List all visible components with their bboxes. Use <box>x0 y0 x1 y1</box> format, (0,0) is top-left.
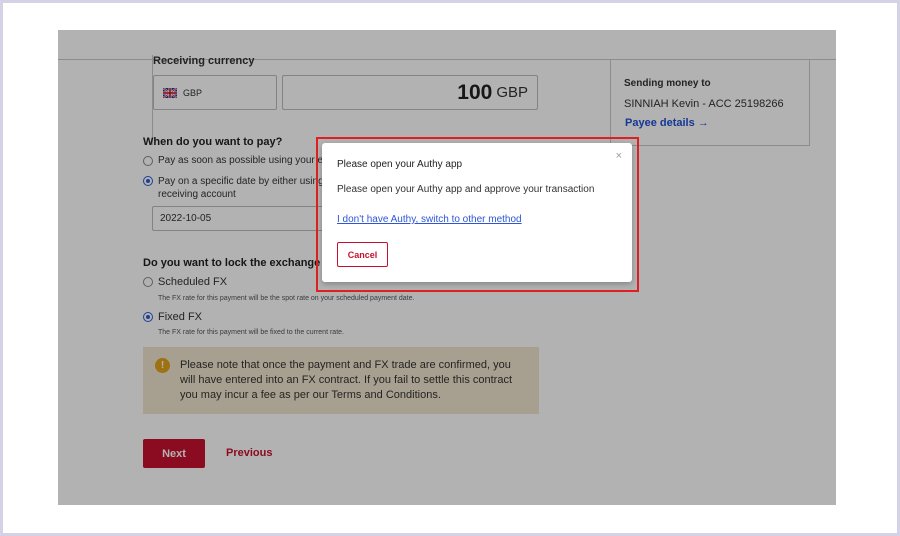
switch-method-link[interactable]: I don't have Authy, switch to other meth… <box>337 214 522 225</box>
modal-title: Please open your Authy app <box>337 159 463 170</box>
close-icon[interactable]: × <box>616 150 622 162</box>
modal-body-text: Please open your Authy app and approve y… <box>337 184 595 195</box>
cancel-button[interactable]: Cancel <box>337 242 388 267</box>
authy-modal: × Please open your Authy app Please open… <box>322 143 632 282</box>
